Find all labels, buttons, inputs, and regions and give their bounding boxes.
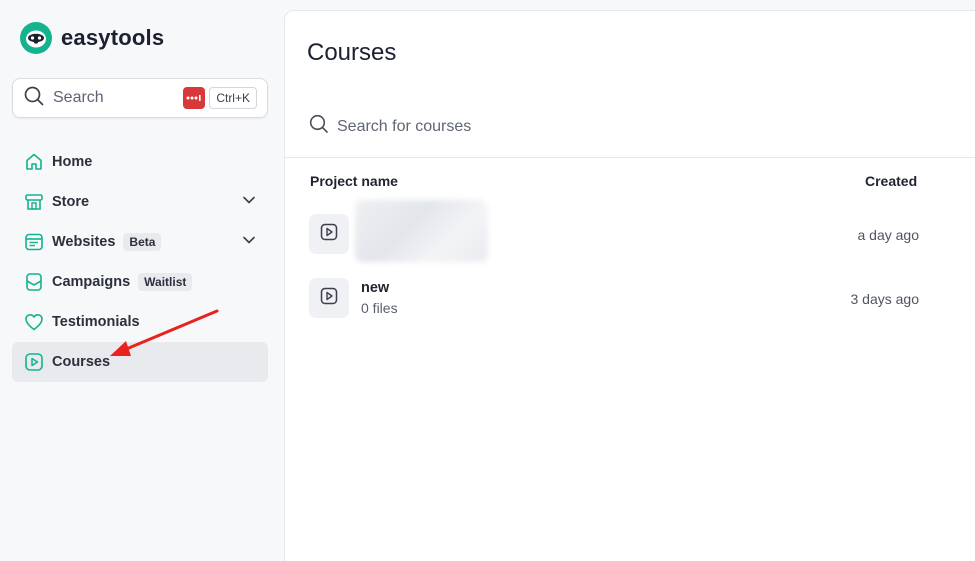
sidebar-item-label: Store	[52, 194, 90, 210]
course-search-input[interactable]: Search for courses	[309, 114, 471, 139]
main-panel: Courses Search for courses Project name …	[284, 10, 975, 561]
sidebar-nav: Home Store Websites Beta Campaigns Waitl…	[12, 142, 268, 382]
search-placeholder: Search for courses	[337, 117, 472, 135]
sidebar-item-websites[interactable]: Websites Beta	[12, 222, 268, 262]
page-title: Courses	[307, 39, 397, 66]
created-date: a day ago	[857, 227, 920, 243]
waitlist-badge: Waitlist	[138, 273, 193, 291]
course-thumbnail	[309, 278, 349, 318]
chevron-down-icon[interactable]	[242, 233, 256, 251]
column-header-project-name[interactable]: Project name	[310, 173, 398, 189]
sidebar-item-home[interactable]: Home	[12, 142, 268, 182]
course-file-count: 0 files	[361, 300, 398, 316]
sidebar-item-label: Courses	[52, 354, 111, 370]
divider	[285, 157, 975, 158]
home-icon	[23, 151, 45, 173]
sidebar: easytools Search Ctrl+K Home Store Websi…	[0, 0, 284, 561]
sidebar-item-store[interactable]: Store	[12, 182, 268, 222]
websites-icon	[23, 231, 45, 253]
beta-badge: Beta	[123, 233, 162, 251]
sidebar-item-testimonials[interactable]: Testimonials	[12, 302, 268, 342]
sidebar-item-label: Campaigns	[52, 274, 131, 290]
campaigns-icon	[23, 271, 45, 293]
dots-badge-icon	[183, 87, 206, 109]
search-label: Search	[53, 89, 104, 106]
sidebar-item-campaigns[interactable]: Campaigns Waitlist	[12, 262, 268, 302]
play-icon	[320, 223, 338, 246]
sloth-logo-icon	[20, 22, 52, 54]
search-icon	[309, 114, 329, 139]
search-shortcut: Ctrl+K	[209, 87, 257, 109]
sidebar-item-courses[interactable]: Courses	[12, 342, 268, 382]
play-icon	[23, 351, 45, 373]
table-row[interactable]: new 0 files 3 days ago	[309, 278, 919, 320]
course-thumbnail	[309, 214, 349, 254]
play-icon	[320, 287, 338, 310]
created-date: 3 days ago	[850, 291, 920, 307]
sidebar-search[interactable]: Search Ctrl+K	[12, 78, 268, 118]
search-icon	[24, 86, 44, 111]
store-icon	[23, 191, 45, 213]
column-header-created[interactable]: Created	[865, 173, 917, 189]
blurred-course-name	[355, 200, 488, 262]
sidebar-item-label: Home	[52, 154, 93, 170]
chevron-down-icon[interactable]	[242, 193, 256, 211]
sidebar-item-label: Websites	[52, 234, 116, 250]
brand-name: easytools	[61, 25, 165, 50]
course-name[interactable]: new	[361, 280, 389, 296]
heart-icon	[23, 311, 45, 333]
table-row[interactable]: a day ago	[309, 200, 920, 262]
brand[interactable]: easytools	[20, 22, 164, 54]
sidebar-item-label: Testimonials	[52, 314, 140, 330]
